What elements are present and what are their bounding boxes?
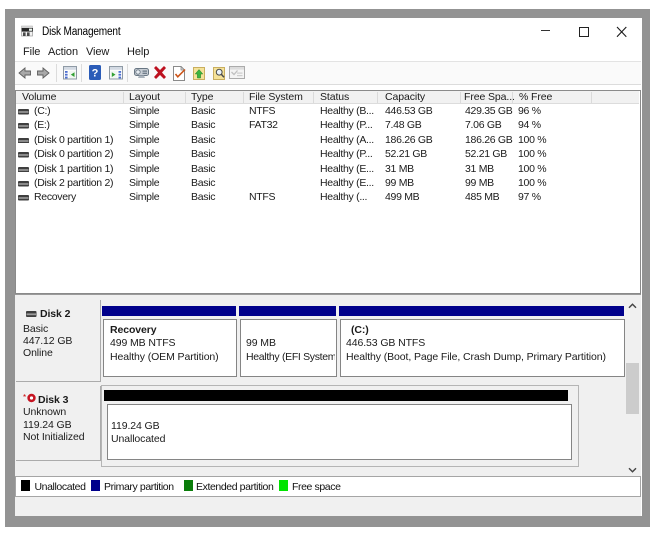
svg-text:*: * [23,393,26,402]
svg-text:?: ? [92,67,99,79]
